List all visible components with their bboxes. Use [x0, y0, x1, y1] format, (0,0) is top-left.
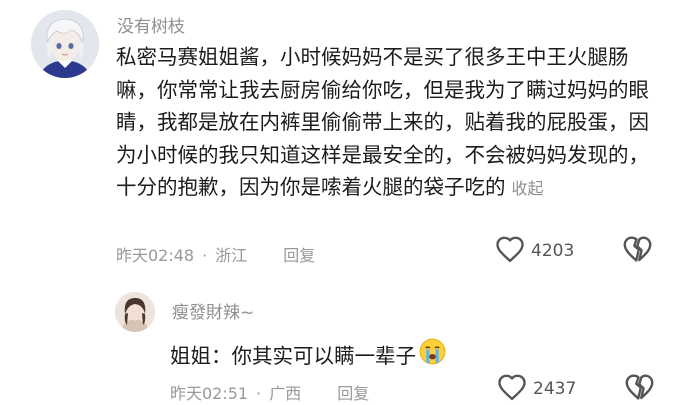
reply-time: 昨天02:51 — [170, 384, 249, 403]
comment-body: 私密马赛姐姐酱，小时候妈妈不是买了很多王中王火腿肠嘛，你常常让我去厨房偷给你吃，… — [116, 45, 649, 199]
heart-outline-icon — [495, 235, 525, 267]
reply-reply-button[interactable]: 回复 — [337, 384, 369, 403]
comment-meta: 昨天02:48 · 浙江 回复 — [116, 242, 315, 266]
comment-time: 昨天02:48 — [116, 246, 195, 265]
reply-username[interactable]: 瘦發財辣~ — [172, 298, 254, 323]
broken-heart-icon — [624, 374, 655, 405]
reply-location: 广西 — [269, 384, 302, 403]
like-button[interactable]: 4203 — [495, 235, 574, 267]
comment-username[interactable]: 没有树枝 — [117, 12, 185, 37]
reply-like-count: 2437 — [533, 379, 577, 399]
like-count: 4203 — [531, 241, 575, 261]
meta-separator: · — [202, 246, 208, 265]
reply-like-button[interactable]: 2437 — [497, 373, 576, 405]
meta-separator: · — [256, 384, 262, 403]
crying-face-emoji — [419, 338, 446, 370]
reply-text: 姐姐：你其实可以瞒一辈子 — [170, 338, 446, 370]
reply-body: 姐姐：你其实可以瞒一辈子 — [170, 344, 416, 368]
reply-button[interactable]: 回复 — [283, 246, 315, 265]
comment-text: 私密马赛姐姐酱，小时候妈妈不是买了很多王中王火腿肠嘛，你常常让我去厨房偷给你吃，… — [116, 41, 661, 206]
reply-avatar[interactable] — [115, 292, 155, 332]
comment-location: 浙江 — [215, 246, 248, 265]
collapse-link[interactable]: 收起 — [512, 179, 544, 198]
broken-heart-icon — [622, 236, 653, 267]
heart-outline-icon — [497, 373, 527, 405]
avatar[interactable] — [31, 10, 99, 78]
reply-dislike-button[interactable] — [624, 373, 655, 405]
dislike-button[interactable] — [622, 235, 653, 267]
reply-meta: 昨天02:51 · 广西 回复 — [170, 380, 369, 404]
